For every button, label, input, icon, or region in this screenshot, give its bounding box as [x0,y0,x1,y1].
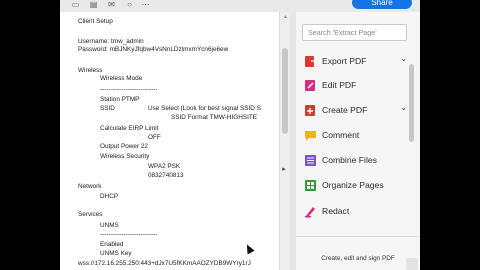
tool-redact[interactable]: Redact [302,202,407,222]
doc-line: UNMS [100,222,119,229]
tool-label: Combine Files [322,155,377,165]
tool-label: Create PDF [322,105,368,115]
doc-line: Network [78,183,102,190]
redact-icon [305,207,315,218]
mouse-cursor-icon [243,242,255,255]
video-frame: ▭ ▤ ✉ ○ ⋯ Share Client Setup Username: t… [0,0,480,270]
create-pdf-icon [305,105,315,116]
share-button[interactable]: Share [352,0,412,9]
doc-line: Wireless [78,67,103,74]
collapse-pane-icon[interactable]: ▸ [280,165,288,175]
tool-combine-files[interactable]: Combine Files [302,151,407,171]
tool-label: Export PDF [322,56,367,66]
tool-label: Organize Pages [322,180,384,190]
tool-edit-pdf[interactable]: Edit PDF [302,76,407,96]
print-icon[interactable]: ▤ [88,0,99,9]
combine-files-icon [305,155,316,166]
tools-search-input[interactable]: Search 'Extract Page' [302,24,407,41]
tool-label: Redact [322,206,350,216]
export-pdf-icon [305,56,317,67]
tool-label: Comment [322,130,360,140]
scroll-up-icon[interactable]: ▲ [281,14,290,20]
save-icon[interactable]: ▭ [70,0,81,9]
doc-line: SSID [100,105,115,112]
doc-line: Output Power 22 [100,143,148,150]
doc-line: wss://172.16.255.250:443+dJx7U5fKKmAAOZY… [78,260,251,267]
doc-line: Username: tmw_admin [78,38,144,45]
doc-line: Station PTMP [100,96,140,103]
doc-line: Wireless Mode [100,75,143,82]
doc-line: Password: mBJNKyJfqbw4VsNnLDzlmxmYcn6je6… [78,46,229,53]
doc-line: Use Select (Look for best signal SSID S [148,105,261,112]
edit-pdf-icon [305,80,315,91]
mail-icon[interactable]: ✉ [106,0,117,9]
doc-line: Services [78,211,103,218]
doc-line: Wireless Security [100,153,150,160]
chevron-down-icon[interactable]: ⌄ [400,54,407,63]
top-toolbar: ▭ ▤ ✉ ○ ⋯ Share [60,0,420,12]
pdf-page[interactable]: Client Setup Username: tmw_admin Passwor… [60,12,279,270]
promo-text: Create, edit and sign PDF [321,255,395,262]
doc-line: Enabled [100,241,124,248]
doc-line: Client Setup [78,18,113,25]
doc-line: --------------------------- [100,231,158,238]
tool-label: Edit PDF [322,80,357,90]
doc-line: Calculate EIRP Limit [100,125,159,132]
settings-icon[interactable] [406,258,418,270]
doc-line: SSID Format TMW-HIGHSITE [171,114,258,121]
search-icon[interactable]: ○ [124,0,135,9]
doc-line: 0832740813 [148,172,184,179]
tool-export-pdf[interactable]: Export PDF ⌄ [302,52,407,72]
tool-create-pdf[interactable]: Create PDF ⌄ [302,101,407,121]
tool-comment[interactable]: Comment [302,126,407,146]
tools-scroll-thumb[interactable] [409,64,414,142]
doc-line: DHCP [100,193,119,200]
acrobat-window: ▭ ▤ ✉ ○ ⋯ Share Client Setup Username: t… [60,0,420,270]
tool-organize-pages[interactable]: Organize Pages [302,176,407,196]
doc-line: OFF [148,134,161,141]
document-scrollbar[interactable]: ▲ [279,12,290,270]
comment-icon [305,131,316,141]
chevron-down-icon[interactable]: ⌄ [400,103,407,112]
doc-line: UNMS Key [100,250,132,257]
divider [296,236,420,237]
doc-line: WPA2 PSK [148,163,181,170]
doc-line: --------------------------- [100,86,158,93]
document-scroll-thumb[interactable] [282,48,288,134]
tools-pane: Search 'Extract Page' Export PDF ⌄ Edit … [296,12,420,270]
organize-pages-icon [305,180,316,191]
more-icon[interactable]: ⋯ [140,0,151,9]
